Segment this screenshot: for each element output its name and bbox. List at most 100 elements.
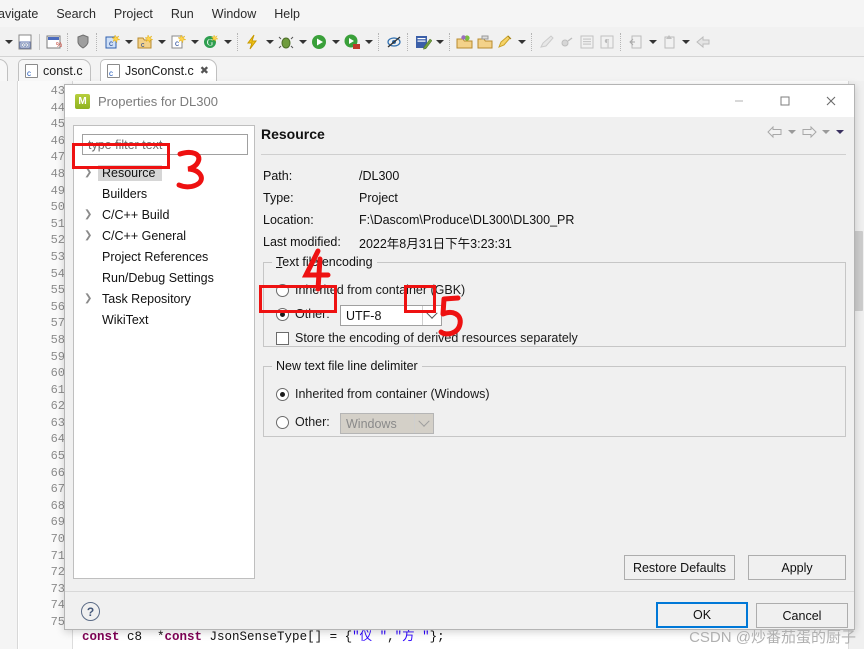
resource-info: Path: /DL300 Type: Project Location: F:\Dasco…: [263, 165, 574, 253]
filter-input[interactable]: type filter text: [82, 134, 248, 155]
new-wizard-dropdown-icon[interactable]: [3, 33, 14, 51]
chevron-right-icon[interactable]: ❯: [84, 167, 98, 178]
save-icon[interactable]: 010: [16, 33, 34, 51]
encoding-inherited-radio[interactable]: [276, 283, 289, 297]
sidebar-item-c-c-general[interactable]: ❯ C/C++ General: [74, 225, 254, 246]
chevron-right-icon[interactable]: ❯: [84, 209, 98, 220]
apply-button[interactable]: Apply: [748, 555, 846, 580]
menu-item-window[interactable]: Window: [203, 5, 265, 23]
search-icon[interactable]: [496, 33, 514, 51]
editor-icon[interactable]: [414, 33, 432, 51]
pencil-icon: [538, 33, 556, 51]
back-arrow-icon[interactable]: [766, 123, 784, 141]
minimize-icon[interactable]: [716, 85, 762, 117]
cancel-button[interactable]: Cancel: [756, 603, 848, 628]
close-icon[interactable]: ✖: [200, 64, 209, 77]
chevron-down-icon: [414, 414, 433, 433]
build-dropdown-icon[interactable]: [264, 33, 275, 51]
encoding-combo[interactable]: UTF-8: [340, 305, 442, 326]
close-icon[interactable]: [808, 85, 854, 117]
menu-item-help[interactable]: Help: [265, 5, 309, 23]
info-row: Location: F:\Dascom\Produce\DL300\DL300_P…: [263, 209, 574, 231]
sidebar-item-task-repository[interactable]: ❯ Task Repository: [74, 288, 254, 309]
previous-annotation-dropdown-icon[interactable]: [680, 33, 691, 51]
store-derived-checkbox[interactable]: [276, 331, 289, 345]
restore-defaults-button[interactable]: Restore Defaults: [624, 555, 735, 580]
group-legend: New text file line delimiter: [276, 359, 418, 373]
page-navigation: [766, 123, 846, 141]
encoding-other-radio[interactable]: [276, 307, 289, 321]
maximize-icon[interactable]: [762, 85, 808, 117]
back-dropdown-icon[interactable]: [786, 123, 798, 141]
sidebar-item-resource[interactable]: ❯ Resource: [74, 162, 254, 183]
run-external-icon[interactable]: [343, 33, 361, 51]
open-type-icon[interactable]: [456, 33, 474, 51]
sidebar-item-wikitext[interactable]: WikiText: [74, 309, 254, 330]
page-menu-chevron-down-icon[interactable]: [834, 123, 846, 141]
sidebar-item-label: Run/Debug Settings: [102, 270, 214, 285]
new-c-file-icon[interactable]: c: [169, 33, 187, 51]
chevron-right-icon[interactable]: ❯: [84, 293, 98, 304]
menu-item-search[interactable]: Search: [47, 5, 105, 23]
sidebar-item-run-debug-settings[interactable]: Run/Debug Settings: [74, 267, 254, 288]
editor-dropdown-icon[interactable]: [434, 33, 445, 51]
encoding-inherited-radio-row[interactable]: Inherited from container (GBK): [276, 283, 465, 297]
delimiter-inherited-radio[interactable]: [276, 387, 289, 401]
menu-item-navigate[interactable]: avigate: [0, 5, 47, 23]
new-c-project-icon[interactable]: c: [136, 33, 154, 51]
dialog-title-bar[interactable]: M Properties for DL300: [65, 85, 854, 117]
forward-dropdown-icon[interactable]: [820, 123, 832, 141]
git-icon[interactable]: G: [202, 33, 220, 51]
new-c-class-dropdown-icon[interactable]: [123, 33, 134, 51]
run-icon[interactable]: [310, 33, 328, 51]
skip-breakpoints-icon[interactable]: [385, 33, 403, 51]
store-derived-checkbox-row[interactable]: Store the encoding of derived resources …: [276, 331, 578, 345]
run-external-dropdown-icon[interactable]: [363, 33, 374, 51]
next-annotation-dropdown-icon[interactable]: [647, 33, 658, 51]
help-icon[interactable]: ?: [81, 602, 100, 621]
info-label: Last modified:: [263, 235, 341, 249]
build-icon[interactable]: [244, 33, 262, 51]
chevron-right-icon[interactable]: ❯: [84, 230, 98, 241]
delimiter-inherited-radio-row[interactable]: Inherited from container (Windows): [276, 387, 490, 401]
settings-tree: ❯ Resource Builders ❯ C/C++ Build ❯ C/C++ Gene…: [74, 162, 254, 330]
git-dropdown-icon[interactable]: [222, 33, 233, 51]
encoding-combo-value: UTF-8: [346, 308, 382, 323]
new-c-project-dropdown-icon[interactable]: [156, 33, 167, 51]
maven-icon: M: [75, 93, 90, 109]
debug-dropdown-icon[interactable]: [297, 33, 308, 51]
legend-rest: ext file encoding: [282, 255, 373, 269]
info-label: Type:: [263, 191, 294, 205]
ide-toolbar: 010 % c c c G ¶: [0, 27, 864, 57]
svg-text:c: c: [175, 39, 179, 48]
toolbar-separator: [407, 32, 410, 51]
forward-arrow-icon[interactable]: [800, 123, 818, 141]
menu-item-project[interactable]: Project: [105, 5, 162, 23]
tab-const-c[interactable]: const.c: [18, 59, 91, 81]
ok-button[interactable]: OK: [656, 602, 748, 628]
shield-icon[interactable]: [74, 33, 92, 51]
report-icon[interactable]: %: [45, 33, 63, 51]
delimiter-other-radio[interactable]: [276, 415, 289, 429]
info-label: Path:: [263, 169, 293, 183]
search-dropdown-icon[interactable]: [516, 33, 527, 51]
delimiter-other-radio-row[interactable]: Other:: [276, 415, 330, 429]
sidebar-item-project-references[interactable]: Project References: [74, 246, 254, 267]
run-dropdown-icon[interactable]: [330, 33, 341, 51]
settings-tree-panel: type filter text ❯ Resource Builders ❯ C/C++…: [73, 125, 255, 579]
open-resource-icon[interactable]: [476, 33, 494, 51]
text-file-encoding-group: Text file encoding Inherited from contai…: [263, 255, 846, 347]
menu-item-run[interactable]: Run: [162, 5, 203, 23]
chevron-down-icon[interactable]: [422, 306, 441, 325]
tab-jsonconst-c[interactable]: JsonConst.c ✖: [100, 59, 217, 81]
sidebar-item-builders[interactable]: Builders: [74, 183, 254, 204]
ide-menu-bar: avigate Search Project Run Window Help: [0, 0, 864, 27]
sidebar-item-label: Task Repository: [102, 291, 191, 306]
svg-text:010: 010: [21, 43, 30, 49]
encoding-other-radio-row[interactable]: Other:: [276, 307, 330, 321]
new-c-class-icon[interactable]: c: [103, 33, 121, 51]
sidebar-item-c-c-build[interactable]: ❯ C/C++ Build: [74, 204, 254, 225]
debug-icon[interactable]: [277, 33, 295, 51]
svg-text:c: c: [109, 39, 113, 48]
new-c-file-dropdown-icon[interactable]: [189, 33, 200, 51]
